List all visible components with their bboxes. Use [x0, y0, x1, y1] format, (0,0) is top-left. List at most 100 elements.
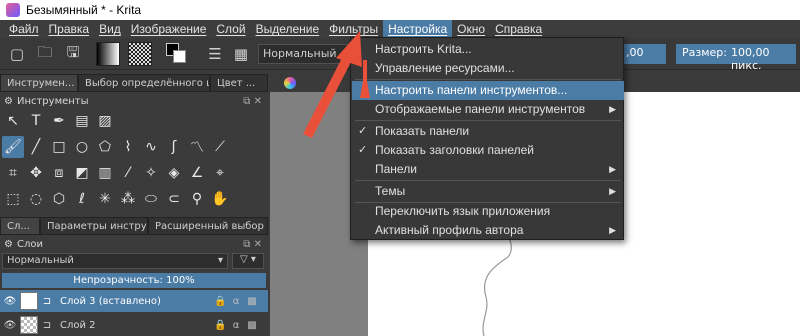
visibility-eye-icon[interactable]: 👁 [2, 296, 18, 307]
freehand-brush-icon[interactable]: 🖌 [2, 136, 24, 158]
polygon-select-icon[interactable]: ⬡ [48, 188, 70, 210]
menu-item-label: Показать панели [375, 124, 470, 138]
menu-item-configure-toolbars[interactable]: Настроить панели инструментов... [352, 81, 624, 100]
tab-specific-color-selector[interactable]: Выбор определённого цв... [78, 74, 210, 92]
menu-item-dockers[interactable]: Панели ▶ [352, 160, 624, 179]
zoom-tool-icon[interactable]: ⚲ [186, 188, 208, 210]
menu-item-label: Отображаемые панели инструментов [375, 102, 586, 116]
visibility-eye-icon[interactable]: 👁 [2, 320, 18, 331]
menu-layer[interactable]: Слой [211, 20, 250, 38]
bezier-tool-icon[interactable]: ∿ [140, 136, 162, 158]
gradient-tool-icon[interactable]: ▥ [94, 162, 116, 184]
contiguous-select-icon[interactable]: ✳ [94, 188, 116, 210]
pattern-selector[interactable] [128, 42, 152, 66]
layer-blend-mode-value: Нормальный [7, 255, 74, 266]
tab-layers[interactable]: Сл... [0, 217, 40, 235]
rectangle-tool-icon[interactable]: □ [48, 136, 70, 158]
menu-item-show-docker-titles[interactable]: ✓ Показать заголовки панелей [352, 141, 624, 160]
bezier-select-icon[interactable]: ⬭ [140, 188, 162, 210]
gradient-selector[interactable] [96, 42, 120, 66]
assistant-tool-icon[interactable]: ◩ [71, 162, 93, 184]
rect-select-icon[interactable]: ⬚ [2, 188, 24, 210]
magnetic-select-icon[interactable]: ⊂ [163, 188, 185, 210]
polygon-tool-icon[interactable]: ⬠ [94, 136, 116, 158]
lock-icon[interactable]: 🔒 [214, 320, 226, 331]
menu-item-themes[interactable]: Темы ▶ [352, 182, 624, 201]
edit-shapes-icon[interactable]: ✒ [48, 110, 70, 132]
pan-tool-icon[interactable]: ✋ [209, 188, 231, 210]
menu-view[interactable]: Вид [94, 20, 126, 38]
freehand-path-icon[interactable]: ʃ [163, 136, 185, 158]
tab-advanced-color-selector[interactable]: Расширенный выбор ... [148, 217, 268, 235]
menu-filters[interactable]: Фильтры [324, 20, 383, 38]
tab-tool-options[interactable]: Параметры инстру... [40, 217, 148, 235]
brush-presets-icon[interactable]: ▦ [230, 43, 252, 65]
line-tool-icon[interactable]: ╱ [25, 136, 47, 158]
inherit-alpha-icon[interactable]: ▩ [246, 296, 258, 307]
menu-item-show-dockers[interactable]: ✓ Показать панели [352, 122, 624, 141]
move-tool-icon[interactable]: ✥ [25, 162, 47, 184]
layer-opacity-slider[interactable]: Непрозрачность: 100% [2, 273, 266, 288]
menu-item-author-profile[interactable]: Активный профиль автора ▶ [352, 221, 624, 240]
menu-item-manage-resources[interactable]: Управление ресурсами... [352, 59, 624, 78]
opacity-field[interactable]: ,00 [622, 44, 666, 64]
title-bar: Безымянный * - Krita [0, 0, 800, 20]
float-close-icons[interactable]: ⧉ ✕ [243, 239, 262, 250]
menu-select[interactable]: Выделение [251, 20, 325, 38]
new-document-icon[interactable]: ▢ [6, 43, 28, 65]
ellipse-tool-icon[interactable]: ○ [71, 136, 93, 158]
menu-help[interactable]: Справка [490, 20, 547, 38]
polyline-tool-icon[interactable]: ⌇ [117, 136, 139, 158]
brush-settings-icon[interactable]: ☰ [204, 43, 226, 65]
color-picker-icon[interactable]: ⁄ [117, 162, 139, 184]
colorize-mask-icon[interactable]: ✧ [140, 162, 162, 184]
float-close-icons[interactable]: ⧉ ✕ [243, 96, 262, 107]
reference-images-icon[interactable]: ⌖ [209, 162, 231, 184]
inherit-alpha-icon[interactable]: ▩ [246, 320, 258, 331]
dynamic-brush-icon[interactable]: 〽 [186, 136, 208, 158]
lock-icon[interactable]: 🔒 [214, 296, 226, 307]
measure-tool-icon[interactable]: ∠ [186, 162, 208, 184]
background-color[interactable] [173, 50, 186, 63]
menu-item-label: Показать заголовки панелей [375, 143, 534, 157]
fill-tool-icon[interactable]: ◈ [163, 162, 185, 184]
menu-file[interactable]: Файл [4, 20, 44, 38]
text-tool-icon[interactable]: T [25, 110, 47, 132]
menu-edit[interactable]: Правка [44, 20, 95, 38]
layer-thumbnail [20, 316, 38, 334]
menu-window[interactable]: Окно [452, 20, 490, 38]
layer-row[interactable]: 👁 ⊐ Слой 3 (вставлено) 🔒 α ▩ [0, 290, 268, 312]
tab-toolbox[interactable]: Инструмен... [0, 74, 78, 92]
panel-settings-icon[interactable]: ⚙ [4, 96, 13, 107]
select-shapes-icon[interactable]: ↖ [2, 110, 24, 132]
menu-item-shown-toolbars[interactable]: Отображаемые панели инструментов ▶ [352, 100, 624, 119]
blend-mode-select[interactable]: Нормальный [258, 44, 354, 64]
save-icon[interactable]: 🖫 [62, 43, 84, 65]
freehand-select-icon[interactable]: ℓ [71, 188, 93, 210]
menu-separator [355, 120, 621, 121]
ellipse-select-icon[interactable]: ◌ [25, 188, 47, 210]
layer-blend-mode-select[interactable]: Нормальный ▾ [2, 253, 228, 269]
panel-settings-icon[interactable]: ⚙ [4, 239, 13, 250]
multibrush-icon[interactable]: ⟋ [209, 136, 231, 158]
menu-item-configure-krita[interactable]: Настроить Krita... [352, 40, 624, 59]
fg-bg-color-swatch[interactable] [163, 41, 189, 67]
size-value: 100,00 пикс. [730, 46, 770, 72]
calligraphy-icon[interactable]: ▤ [71, 110, 93, 132]
alpha-lock-icon[interactable]: α [230, 320, 242, 331]
transform-tool-icon[interactable]: ⧈ [48, 162, 70, 184]
menu-image[interactable]: Изображение [126, 20, 212, 38]
menu-item-switch-language[interactable]: Переключить язык приложения [352, 202, 624, 221]
layer-row[interactable]: 👁 ⊐ Слой 2 🔒 α ▩ [0, 314, 268, 336]
pattern-edit-icon[interactable]: ▨ [94, 110, 116, 132]
layer-filter-icon[interactable]: ▽ ▾ [232, 253, 264, 269]
chevron-down-icon: ▾ [217, 255, 223, 266]
alpha-lock-icon[interactable]: α [230, 296, 242, 307]
similar-select-icon[interactable]: ⁂ [117, 188, 139, 210]
open-document-icon[interactable]: 🗀 [34, 43, 56, 65]
tab-color[interactable]: Цвет ... [210, 74, 268, 92]
menu-settings[interactable]: Настройка [383, 20, 453, 38]
crop-tool-icon[interactable]: ⌗ [2, 162, 24, 184]
brush-size-field[interactable]: Размер: 100,00 пикс. [676, 44, 796, 72]
menu-bar: Файл Правка Вид Изображение Слой Выделен… [0, 20, 800, 38]
